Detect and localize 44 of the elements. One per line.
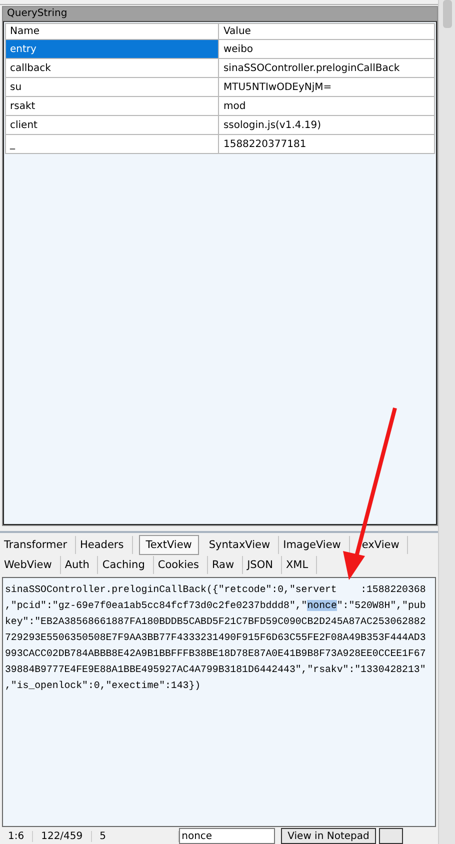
- scrollbar-thumb[interactable]: [442, 0, 452, 28]
- table-cell[interactable]: ssologin.js(v1.4.19): [218, 116, 434, 134]
- tab[interactable]: Transformer: [0, 536, 76, 554]
- table-cell[interactable]: 1588220377181: [218, 134, 434, 154]
- table-cell[interactable]: MTU5NTIwODEyNjM=: [218, 78, 434, 96]
- tab[interactable]: WebView: [0, 556, 61, 574]
- tab[interactable]: Auth: [60, 556, 98, 574]
- tab[interactable]: SyntaxView: [204, 536, 280, 554]
- table-cell[interactable]: callback: [6, 58, 219, 78]
- find-field[interactable]: nonce: [178, 828, 275, 844]
- tab[interactable]: Caching: [98, 556, 154, 574]
- column-header[interactable]: Name: [6, 24, 219, 40]
- code-text: ":"520W8H","pub: [336, 600, 426, 611]
- cursor-position: 1:6: [0, 830, 34, 842]
- table-cell[interactable]: weibo: [218, 40, 434, 58]
- scrollbar[interactable]: [438, 0, 455, 844]
- table-cell[interactable]: entry: [6, 40, 219, 58]
- text-view[interactable]: [2, 577, 436, 827]
- tab[interactable]: Cookies: [154, 556, 208, 574]
- code-text: ,"is_openlock":0,"exectime":143}): [5, 680, 201, 691]
- section-header: QueryString: [3, 7, 437, 21]
- code-text: :1588220368: [360, 584, 426, 595]
- tab[interactable]: XML: [282, 556, 318, 574]
- table-cell[interactable]: su: [6, 78, 219, 96]
- table-cell[interactable]: mod: [218, 96, 434, 116]
- tab[interactable]: Raw: [208, 556, 244, 574]
- code-text: ,"pcid":"gz-69e7f0ea1ab5cc84fcf73d0c2fe0237bddd8",": [5, 600, 308, 611]
- tab[interactable]: JSON: [243, 556, 282, 574]
- table-cell[interactable]: client: [6, 116, 219, 134]
- code-text: sinaSSOController.preloginCallBack({"retcode":0,"servert: [5, 584, 337, 595]
- table-cell[interactable]: sinaSSOController.preloginCallBack: [218, 58, 434, 78]
- column-header[interactable]: Value: [218, 24, 434, 40]
- tab[interactable]: TextView: [138, 535, 199, 555]
- options-button[interactable]: [379, 828, 404, 844]
- search-highlight: nonce: [307, 600, 337, 611]
- table-cell[interactable]: _: [6, 134, 219, 154]
- code-text: 729293E5506350508E7F9AA3BB77F4333231490F915F6D63C55FE2F08A49B353F444AD3: [5, 632, 426, 643]
- code-text: 993CACC02DB784ABBB8E42A9B1BBFFFB38BE18D78E87A0E41B9B8F73A928EE0CCEE1F67: [5, 648, 426, 659]
- table-cell[interactable]: rsakt: [6, 96, 219, 116]
- code-text: key":"EB2A38568661887FA180BDDB5CABD5F21C7BFD59C090CB2D245A87AC253062882: [5, 616, 426, 627]
- tab[interactable]: Headers: [76, 536, 133, 554]
- code-text: 39884B9777E4FE9E88A1BBE495927AC4A799B3181D6442443","rsakv":"1330428213": [5, 664, 426, 675]
- char-offset: 122/459: [33, 830, 92, 842]
- view-in-notepad-button[interactable]: View in Notepad: [280, 828, 376, 844]
